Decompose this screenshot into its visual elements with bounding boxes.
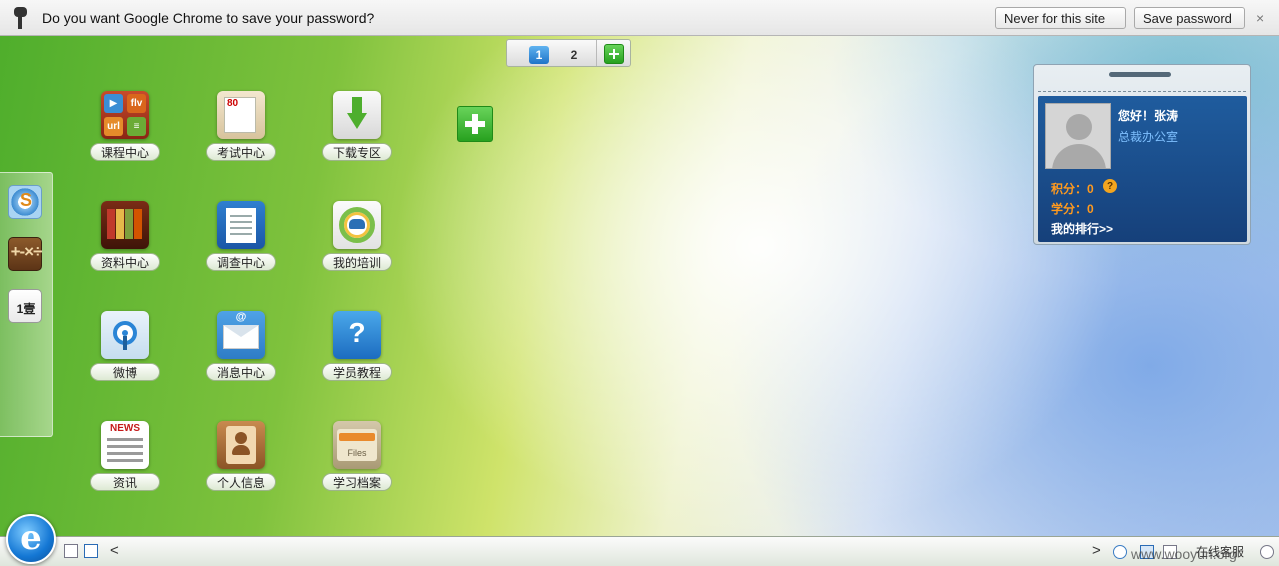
weibo-icon bbox=[101, 311, 149, 359]
user-greeting: 您好！张涛 bbox=[1118, 109, 1179, 123]
save-password-button[interactable]: Save password bbox=[1134, 7, 1245, 29]
message-center-icon: @ bbox=[217, 311, 265, 359]
app-course-center[interactable]: ▶ flv url ≡ 课程中心 bbox=[90, 91, 160, 171]
download-area-icon bbox=[333, 91, 381, 139]
app-weibo[interactable]: 微博 bbox=[90, 311, 160, 391]
taskbar: < > bbox=[0, 536, 1279, 566]
calendar-icon[interactable]: 1壹 bbox=[8, 289, 42, 323]
drag-handle[interactable] bbox=[1109, 72, 1171, 77]
divider bbox=[596, 40, 597, 66]
avatar[interactable] bbox=[1045, 103, 1111, 169]
app-label: 考试中心 bbox=[206, 143, 276, 161]
materials-center-icon bbox=[101, 201, 149, 249]
watermark: www.wooyun.org bbox=[1131, 546, 1237, 562]
news-icon: NEWS bbox=[101, 421, 149, 469]
app-survey-center[interactable]: 调查中心 bbox=[206, 201, 276, 281]
app-label: 资料中心 bbox=[90, 253, 160, 271]
desktop: 1 2 S +-×÷ 1壹 ▶ flv url ≡ 课程中心 80 考试中心 下… bbox=[0, 36, 1279, 536]
start-button[interactable]: e bbox=[6, 514, 56, 564]
app-label: 我的培训 bbox=[322, 253, 392, 271]
app-message-center[interactable]: @ 消息中心 bbox=[206, 311, 276, 391]
app-news[interactable]: NEWS 资讯 bbox=[90, 421, 160, 501]
help-icon[interactable]: ? bbox=[1103, 179, 1117, 193]
window-icon[interactable] bbox=[84, 544, 98, 558]
points-value: 0 bbox=[1087, 182, 1094, 196]
scroll-left-icon[interactable]: < bbox=[110, 542, 119, 559]
student-tutorial-icon: ? bbox=[333, 311, 381, 359]
app-label: 学员教程 bbox=[322, 363, 392, 381]
app-download-area[interactable]: 下载专区 bbox=[322, 91, 392, 171]
user-info-widget: 您好！张涛 总裁办公室 积分：0 ? 学分：0 我的排行>> bbox=[1033, 64, 1251, 245]
page-tab-1[interactable]: 1 bbox=[529, 46, 549, 64]
calculator-icon[interactable]: +-×÷ bbox=[8, 237, 42, 271]
app-learning-files[interactable]: Files 学习档案 bbox=[322, 421, 392, 501]
personal-info-icon bbox=[217, 421, 265, 469]
exam-center-icon: 80 bbox=[217, 91, 265, 139]
app-materials-center[interactable]: 资料中心 bbox=[90, 201, 160, 281]
app-personal-info[interactable]: 个人信息 bbox=[206, 421, 276, 501]
app-my-training[interactable]: 我的培训 bbox=[322, 201, 392, 281]
scroll-right-icon[interactable]: > bbox=[1092, 542, 1101, 559]
page-tab-2[interactable]: 2 bbox=[566, 46, 582, 64]
my-ranking-link[interactable]: 我的排行>> bbox=[1051, 220, 1113, 237]
credits-value: 0 bbox=[1087, 202, 1094, 216]
quick-launch-dock: S +-×÷ 1壹 bbox=[0, 172, 53, 437]
points-row: 积分：0 bbox=[1051, 180, 1094, 197]
app-label: 资讯 bbox=[90, 473, 160, 491]
app-label: 微博 bbox=[90, 363, 160, 381]
app-label: 消息中心 bbox=[206, 363, 276, 381]
app-label: 下载专区 bbox=[322, 143, 392, 161]
points-label: 积分： bbox=[1051, 182, 1088, 196]
app-label: 学习档案 bbox=[322, 473, 392, 491]
app-label: 个人信息 bbox=[206, 473, 276, 491]
chevron-down-icon[interactable] bbox=[1260, 545, 1274, 559]
app-exam-center[interactable]: 80 考试中心 bbox=[206, 91, 276, 171]
page-switcher: 1 2 bbox=[506, 39, 631, 67]
course-center-icon: ▶ flv url ≡ bbox=[101, 91, 149, 139]
never-for-this-site-button[interactable]: Never for this site bbox=[995, 7, 1126, 29]
infobar-message: Do you want Google Chrome to save your p… bbox=[42, 9, 375, 26]
survey-center-icon bbox=[217, 201, 265, 249]
users-icon[interactable] bbox=[1113, 545, 1127, 559]
app-student-tutorial[interactable]: ? 学员教程 bbox=[322, 311, 392, 391]
add-page-icon[interactable] bbox=[604, 44, 624, 64]
credits-label: 学分： bbox=[1051, 202, 1088, 216]
key-icon bbox=[13, 6, 27, 29]
s-app-icon[interactable]: S bbox=[8, 185, 42, 219]
learning-files-icon: Files bbox=[333, 421, 381, 469]
grid-view-icon[interactable] bbox=[64, 544, 78, 558]
save-password-infobar: Do you want Google Chrome to save your p… bbox=[0, 0, 1279, 36]
my-training-icon bbox=[333, 201, 381, 249]
app-label: 课程中心 bbox=[90, 143, 160, 161]
add-app-icon[interactable] bbox=[457, 106, 493, 142]
user-department-link[interactable]: 总裁办公室 bbox=[1118, 128, 1178, 145]
close-icon[interactable]: × bbox=[1256, 10, 1264, 26]
credits-row: 学分：0 bbox=[1051, 200, 1094, 217]
app-label: 调查中心 bbox=[206, 253, 276, 271]
